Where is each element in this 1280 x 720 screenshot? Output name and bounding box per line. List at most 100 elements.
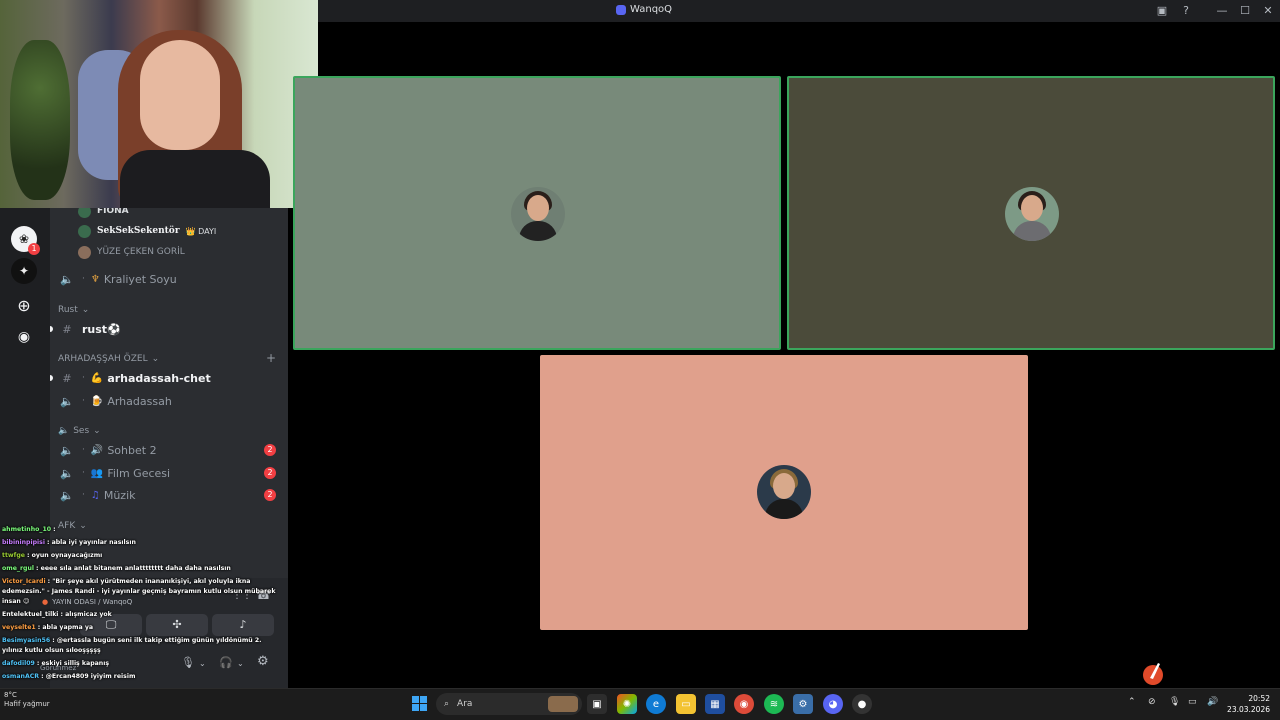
chat-text: : "Bir şeye akıl yürütmeden inananıkişiy… [47,578,251,585]
trident-icon: ♆ [90,273,100,285]
avatar [511,187,565,241]
avatar-torso [1013,221,1051,241]
screen-share-icon[interactable]: ▣ [1154,3,1170,19]
help-icon[interactable]: ? [1178,3,1194,19]
webcam-feed [0,0,318,208]
chat-text: : @ertassla bugün seni ilk takip ettiğim… [52,637,262,644]
add-channel-icon[interactable]: + [266,351,276,365]
participant-tile[interactable] [293,76,781,350]
unread-indicator [50,375,53,381]
participant-tile[interactable] [540,355,1028,630]
channel-sohbet-2[interactable]: 🔈 · 🔊 Sohbet 2 2 [50,440,288,460]
chat-text: : eskiyi silliş kapanış [36,660,110,667]
network-muted-icon[interactable]: ⊘ [1148,697,1156,707]
unread-indicator [50,326,53,332]
category-ses[interactable]: 🔈 Ses ⌄ [58,426,101,436]
obs-icon[interactable]: ● [852,694,872,714]
discord-logo-icon [616,4,626,15]
category-arhadassah-ozel[interactable]: ARHADAŞŞAH ÖZEL ⌄ [58,354,159,364]
chat-user: Besimyasin56 [2,637,51,644]
channel-film-gecesi[interactable]: 🔈 · 👥 Film Gecesi 2 [50,463,288,483]
task-view-icon[interactable]: ▣ [587,694,607,714]
hashtag-icon: # [62,371,72,385]
mention-badge: 2 [264,489,276,501]
dot-separator: · [82,396,85,406]
streamer-logo-icon [1143,663,1163,685]
close-button[interactable]: ✕ [1260,3,1276,19]
weather-text: Hafif yağmur [4,700,50,708]
avatar [78,208,91,218]
mention-badge: 2 [264,444,276,456]
display-icon[interactable]: ▭ [1188,697,1197,707]
copilot-icon[interactable]: ✺ [617,694,637,714]
beer-icon: 🍺 [90,395,104,407]
discover-icon[interactable]: ◉ [11,324,37,350]
chat-user: Entelektuel_tilki [2,611,59,618]
store-icon[interactable]: ▦ [705,694,725,714]
file-explorer-icon[interactable]: ▭ [676,694,696,714]
streamer-body [120,150,270,208]
voice-member[interactable]: FIONA [78,208,129,220]
speaker-icon: 🔈 [60,488,74,502]
chat-text: : oyun oynayacağızmı [26,552,103,559]
avatar-head [773,473,795,499]
speaker-icon: 🔈 [60,394,74,408]
add-server-icon[interactable]: ⊕ [11,292,37,318]
discord-window: WanqoQ ▣ ? — ☐ ✕ ❀ 1 ✦ ⊕ ◉ FIONA SekSekS… [0,0,1280,720]
server-icon-2[interactable]: ✦ [11,258,37,284]
chat-message: ahmetinho_10: [2,526,56,534]
category-rust[interactable]: Rust ⌄ [58,305,89,315]
weather-temp: 8°C [4,691,17,699]
chat-user: ttwfge [2,552,25,559]
voice-member[interactable]: YÜZE ÇEKEN GORİL [78,243,185,261]
microphone-tray-icon[interactable]: 🎙 [1169,697,1180,707]
maximize-button[interactable]: ☐ [1237,3,1253,19]
tray-overflow-icon[interactable]: ⌃ [1128,697,1136,707]
minimize-button[interactable]: — [1214,3,1230,19]
mention-badge: 2 [264,467,276,479]
system-clock[interactable]: 20:52 23.03.2026 [1226,693,1270,715]
avatar-torso [519,221,557,241]
channel-name: Sohbet 2 [107,443,157,457]
category-label: ARHADAŞŞAH ÖZEL [58,354,148,364]
speaker-icon: 🔈 [60,272,74,286]
channel-rust[interactable]: # rust⚽ [50,319,288,339]
chat-message: ome_rgul: eeee sıla anlat bitanem anlatt… [2,565,231,573]
chevron-down-icon: ⌄ [81,305,90,315]
participant-tile[interactable] [787,76,1275,350]
dot-separator: · [82,274,85,284]
server-badge: 1 [28,243,40,255]
chat-text: : @Ercan4809 iyiyim reisim [41,673,136,680]
chevron-down-icon: ⌄ [93,426,101,436]
chat-message: dafodil09: eskiyi silliş kapanış [2,660,109,668]
voice-member[interactable]: SekSekSekentör 👑 DAYI [78,222,216,240]
chat-message: Entelektuel_tilki: alışmicaz yok [2,611,112,619]
member-name: YÜZE ÇEKEN GORİL [97,247,185,257]
hashtag-icon: # [62,322,72,336]
chat-message: bibininpipisi: abla iyi yayınlar nasılsı… [2,539,136,547]
taskbar-search[interactable]: ⌕ Ara [436,693,582,715]
chat-message: insan 😉 [2,598,29,606]
spotify-icon[interactable]: ≋ [764,694,784,714]
settings-app-icon[interactable]: ⚙ [793,694,813,714]
weather-widget[interactable]: 8°C Hafif yağmur [4,691,50,709]
windows-start-icon[interactable] [412,696,427,711]
server-icon-1[interactable]: ❀ 1 [11,226,40,255]
discord-app-icon[interactable]: ◕ [823,694,843,714]
channel-arhadassah-chet[interactable]: # · 💪 arhadassah-chet [50,368,288,388]
channel-arhadassah-voice[interactable]: 🔈 · 🍺 Arhadassah [50,391,288,411]
volume-icon[interactable]: 🔊 [1207,697,1218,707]
channel-kraliyet-soyu[interactable]: 🔈 · ♆ Kraliyet Soyu [50,269,288,289]
avatar [78,245,91,259]
member-name: FIONA [97,208,129,216]
avatar [757,465,811,519]
edge-icon[interactable]: e [646,694,666,714]
channel-muzik[interactable]: 🔈 · ♫ Müzik 2 [50,485,288,505]
channel-name: rust⚽ [82,322,121,336]
chrome-icon[interactable]: ◉ [734,694,754,714]
chat-user: Victor_Icardi [2,578,46,585]
chat-user: bibininpipisi [2,539,45,546]
chat-message: ttwfge: oyun oynayacağızmı [2,552,102,560]
dot-separator: · [82,490,85,500]
avatar-head [527,195,549,221]
